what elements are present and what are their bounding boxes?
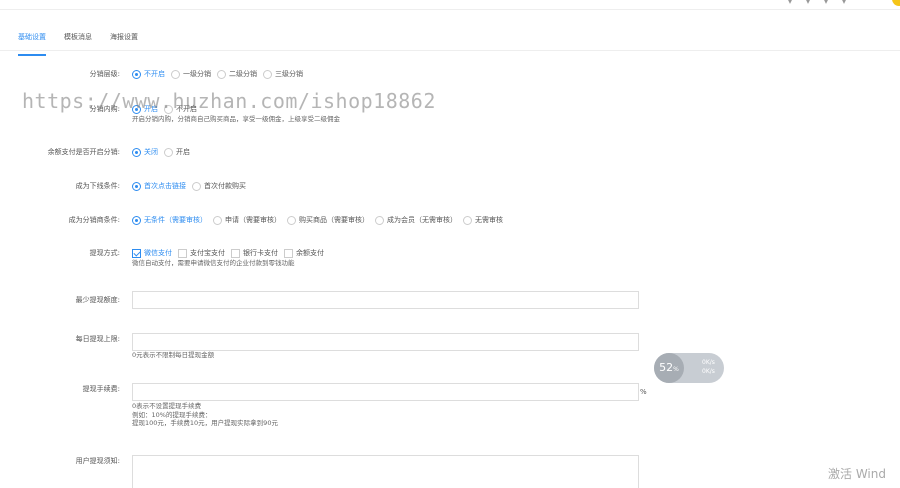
distributor-option-apply[interactable]: 申请（需要审核） — [213, 215, 281, 225]
download-speed: 0K/s — [702, 368, 715, 375]
notice-label: 用户提现须知: — [75, 457, 120, 465]
option-label: 首次付款购买 — [204, 182, 246, 190]
fee-label: 提现手续费: — [82, 385, 120, 393]
distributor-option-none[interactable]: 无条件（需要审核） — [132, 215, 207, 225]
option-label: 余额支付 — [296, 249, 324, 257]
daily-limit-input[interactable] — [132, 333, 639, 351]
option-label: 申请（需要审核） — [225, 216, 281, 224]
daily-limit-help: 0元表示不限制每日提现金额 — [132, 351, 215, 359]
radio-icon — [463, 215, 472, 225]
tab-template-message[interactable]: 模板消息 — [64, 30, 92, 50]
option-label: 支付宝支付 — [190, 249, 225, 257]
radio-icon — [164, 147, 173, 157]
speed-stats: 0K/s 0K/s — [702, 358, 715, 376]
checkbox-icon — [231, 248, 240, 258]
balance-pay-option-on[interactable]: 开启 — [164, 147, 190, 157]
min-withdraw-input[interactable] — [132, 291, 639, 309]
radio-icon — [375, 215, 384, 225]
checkbox-icon — [132, 248, 141, 258]
distributor-option-member[interactable]: 成为会员（无需审核） — [375, 215, 457, 225]
fee-help-3: 提现100元，手续费10元，用户提现实际拿到90元 — [132, 419, 278, 427]
radio-icon — [192, 181, 201, 191]
notice-textarea[interactable] — [132, 455, 639, 488]
toolbar-icons: ▾▾▾▾ — [787, 0, 860, 6]
levels-radio-group: 不开启 一级分销 二级分销 三级分销 — [132, 69, 303, 79]
levels-option-3[interactable]: 三级分销 — [263, 69, 303, 79]
min-withdraw-label: 最少提现额度: — [75, 296, 120, 304]
downline-label: 成为下线条件: — [75, 182, 120, 190]
activate-windows-watermark: 激活 Wind — [828, 467, 886, 481]
levels-label: 分销层级: — [89, 70, 120, 78]
network-speed-widget[interactable]: 52% 0K/s 0K/s — [654, 353, 724, 383]
withdraw-bank-checkbox[interactable]: 银行卡支付 — [231, 248, 278, 258]
speed-percent-circle: 52% — [654, 353, 684, 383]
checkbox-icon — [178, 248, 187, 258]
option-label: 不开启 — [144, 70, 165, 78]
radio-icon — [132, 215, 141, 225]
withdraw-methods-checkbox-group: 微信支付 支付宝支付 银行卡支付 余额支付 — [132, 248, 324, 258]
downline-option-click[interactable]: 首次点击链接 — [132, 181, 186, 191]
option-label: 首次点击链接 — [144, 182, 186, 190]
withdraw-alipay-checkbox[interactable]: 支付宝支付 — [178, 248, 225, 258]
withdraw-methods-label: 提现方式: — [89, 249, 120, 257]
radio-icon — [217, 69, 226, 79]
levels-option-1[interactable]: 一级分销 — [171, 69, 211, 79]
option-label: 三级分销 — [275, 70, 303, 78]
distributor-radio-group: 无条件（需要审核） 申请（需要审核） 购买商品（需要审核） 成为会员（无需审核）… — [132, 215, 503, 225]
distributor-option-no-review[interactable]: 无需审核 — [463, 215, 503, 225]
radio-icon — [287, 215, 296, 225]
radio-icon — [132, 147, 141, 157]
radio-icon — [132, 69, 141, 79]
checkbox-icon — [284, 248, 293, 258]
fee-help-2: 例如：10%的提现手续费： — [132, 410, 212, 419]
speed-unit: % — [673, 366, 679, 373]
inner-buy-help: 开启分销内购，分销商自己购买商品，享受一级佣金，上级享受二级佣金 — [132, 115, 340, 123]
top-bar: ▾▾▾▾ — [0, 0, 900, 10]
option-label: 无需审核 — [475, 216, 503, 224]
levels-option-off[interactable]: 不开启 — [132, 69, 165, 79]
downline-radio-group: 首次点击链接 首次付款购买 — [132, 181, 246, 191]
downline-option-pay[interactable]: 首次付款购买 — [192, 181, 246, 191]
balance-pay-label: 余额支付是否开启分销: — [47, 148, 120, 156]
tab-poster-settings[interactable]: 海报设置 — [110, 30, 138, 50]
radio-icon — [263, 69, 272, 79]
fee-help-1: 0表示不设置提现手续费 — [132, 402, 202, 410]
withdraw-balance-checkbox[interactable]: 余额支付 — [284, 248, 324, 258]
tab-bar: 基础设置 模板消息 海报设置 — [18, 30, 138, 56]
corner-badge — [892, 0, 900, 6]
radio-icon — [132, 181, 141, 191]
option-label: 一级分销 — [183, 70, 211, 78]
fee-input[interactable] — [132, 383, 639, 401]
balance-pay-radio-group: 关闭 开启 — [132, 147, 190, 157]
radio-icon — [171, 69, 180, 79]
option-label: 开启 — [176, 148, 190, 156]
option-label: 成为会员（无需审核） — [387, 216, 457, 224]
option-label: 二级分销 — [229, 70, 257, 78]
option-label: 无条件（需要审核） — [144, 216, 207, 224]
tab-basic-settings[interactable]: 基础设置 — [18, 30, 46, 56]
option-label: 微信支付 — [144, 249, 172, 257]
fee-percent-suffix: % — [640, 388, 647, 396]
daily-limit-label: 每日提现上限: — [75, 335, 120, 343]
distributor-label: 成为分销商条件: — [68, 216, 120, 224]
upload-speed: 0K/s — [702, 359, 715, 366]
radio-icon — [213, 215, 222, 225]
distributor-option-buy[interactable]: 购买商品（需要审核） — [287, 215, 369, 225]
withdraw-wechat-checkbox[interactable]: 微信支付 — [132, 248, 172, 258]
option-label: 关闭 — [144, 148, 158, 156]
url-watermark: https://www.huzhan.com/ishop18862 — [22, 89, 436, 113]
option-label: 购买商品（需要审核） — [299, 216, 369, 224]
option-label: 银行卡支付 — [243, 249, 278, 257]
tab-divider — [0, 50, 900, 51]
withdraw-methods-help: 微信自动支付，需要申请微信支付的企业付款到零钱功能 — [132, 259, 295, 267]
balance-pay-option-off[interactable]: 关闭 — [132, 147, 158, 157]
levels-option-2[interactable]: 二级分销 — [217, 69, 257, 79]
speed-percent: 52 — [659, 361, 674, 374]
